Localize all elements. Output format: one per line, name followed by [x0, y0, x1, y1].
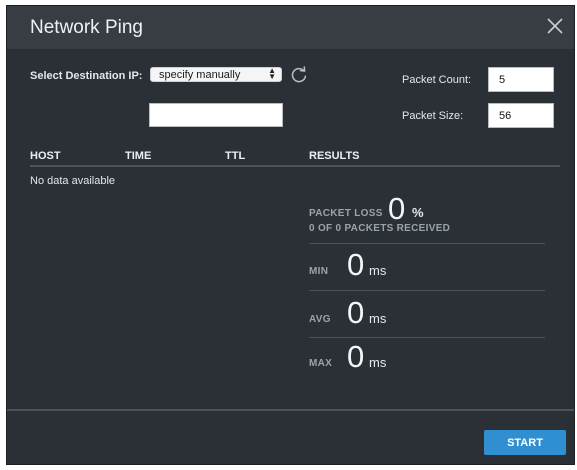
- column-header-results: RESULTS: [309, 150, 360, 162]
- avg-value: 0: [347, 295, 365, 330]
- avg-unit: ms: [369, 311, 387, 326]
- table-header-divider: [30, 165, 560, 167]
- column-header-host: HOST: [30, 150, 61, 162]
- destination-ip-select-value: specify manually: [159, 69, 241, 81]
- packet-size-input[interactable]: [488, 103, 554, 128]
- packet-count-label: Packet Count:: [402, 74, 472, 86]
- results-divider: [309, 243, 545, 244]
- title-bar: Network Ping: [7, 6, 574, 49]
- packets-received-text: 0 OF 0 PACKETS RECEIVED: [309, 223, 451, 234]
- max-value: 0: [347, 339, 365, 374]
- packet-count-input[interactable]: [488, 67, 554, 92]
- min-label: MIN: [309, 266, 329, 277]
- destination-ip-select[interactable]: specify manually ▲ ▼: [150, 67, 282, 82]
- max-label: MAX: [309, 358, 333, 369]
- start-button[interactable]: START: [484, 430, 566, 455]
- packet-loss-unit: %: [412, 205, 424, 220]
- manual-ip-input[interactable]: [149, 103, 283, 127]
- min-unit: ms: [369, 263, 387, 278]
- results-divider: [309, 337, 545, 338]
- empty-table-message: No data available: [30, 175, 116, 187]
- avg-label: AVG: [309, 314, 331, 325]
- min-value: 0: [347, 247, 365, 282]
- destination-ip-label: Select Destination IP:: [30, 70, 143, 82]
- close-icon[interactable]: [544, 15, 566, 37]
- dialog-title: Network Ping: [30, 17, 143, 38]
- column-header-time: TIME: [125, 150, 152, 162]
- footer-divider: [7, 409, 574, 411]
- select-arrows-icon: ▲ ▼: [268, 66, 276, 81]
- packet-loss-label: PACKET LOSS: [309, 208, 383, 219]
- refresh-icon[interactable]: [290, 66, 308, 84]
- packet-size-label: Packet Size:: [402, 110, 464, 122]
- max-unit: ms: [369, 355, 387, 370]
- packet-loss-value: 0: [388, 191, 406, 226]
- column-header-ttl: TTL: [225, 150, 246, 162]
- results-divider: [309, 290, 545, 291]
- network-ping-dialog: Network Ping Select Destination IP: spec…: [6, 5, 575, 465]
